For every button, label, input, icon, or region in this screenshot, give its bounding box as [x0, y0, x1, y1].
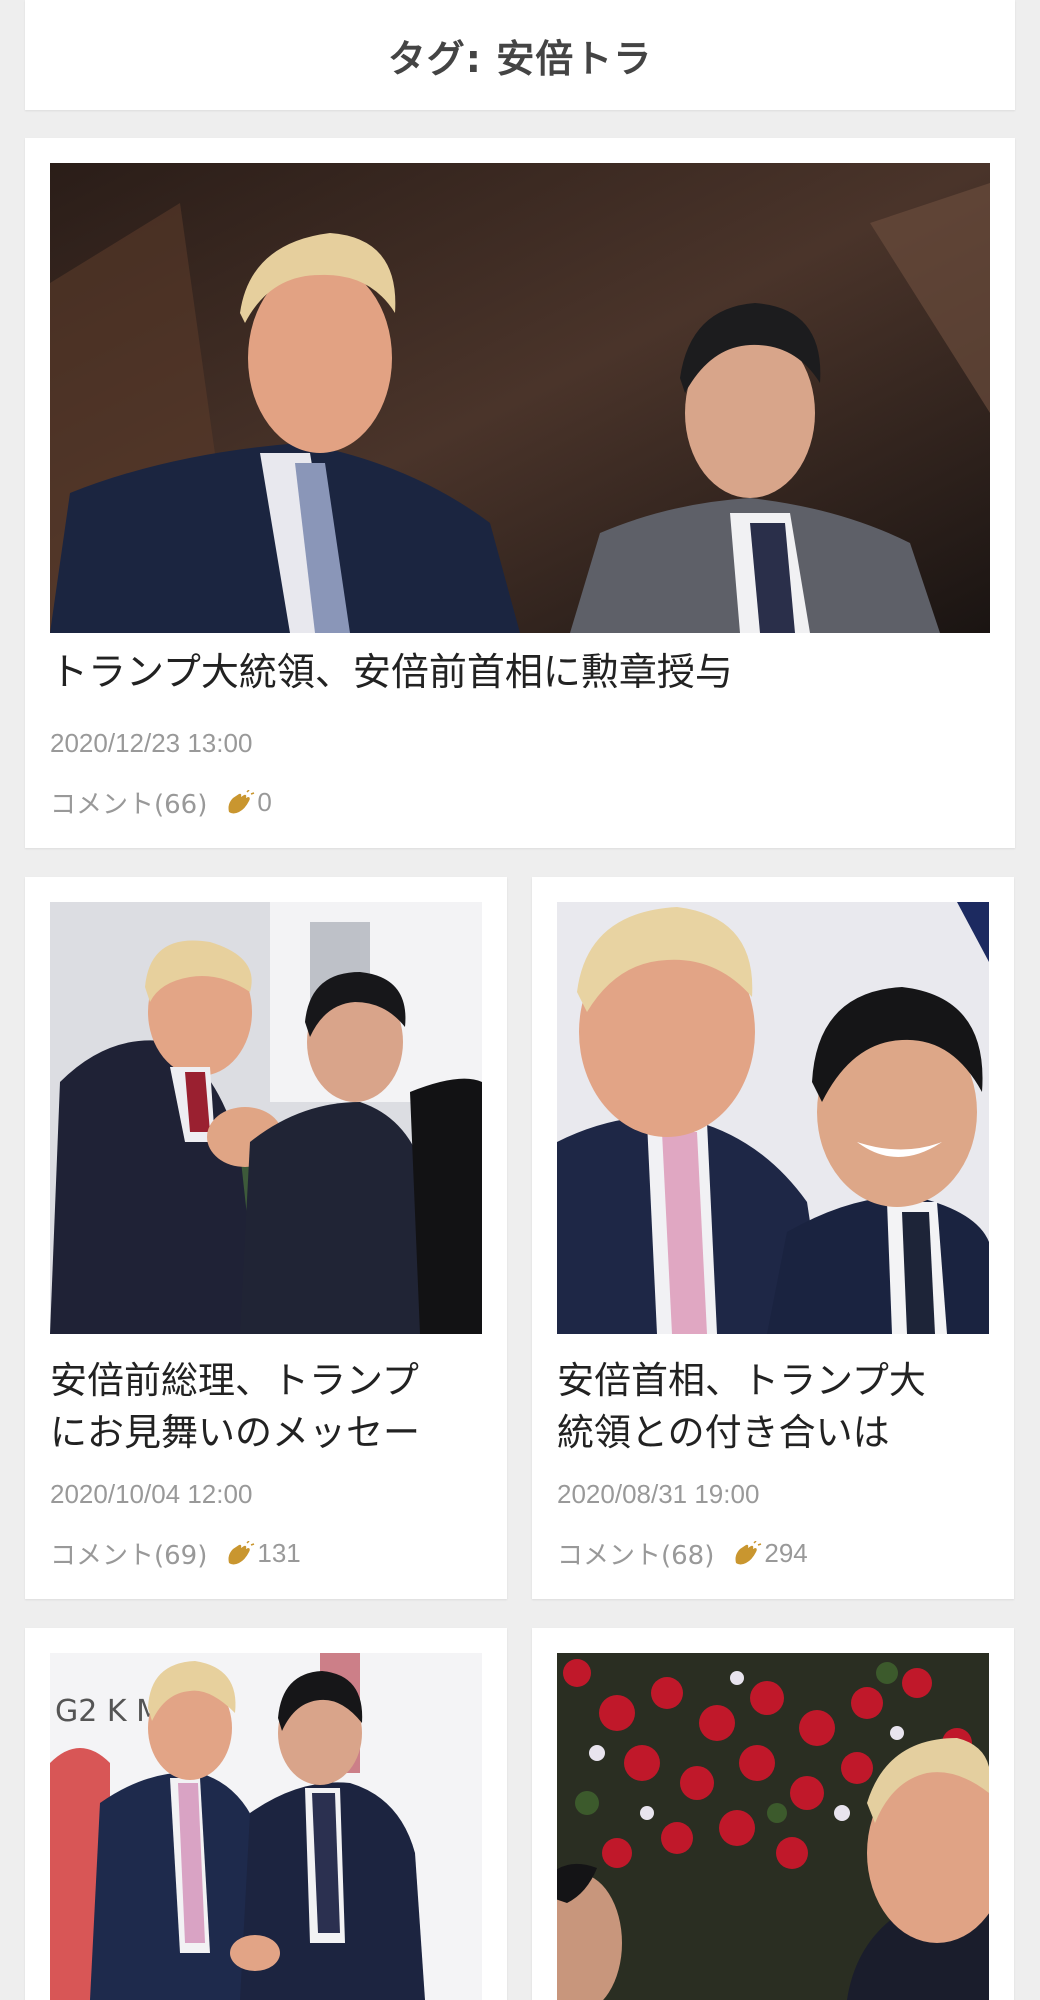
article-title-line[interactable]: 安倍首相、トランプ大	[557, 1355, 989, 1407]
article-card[interactable]: AK 20 安倍首相、トランプ大 統領との付き合いは 2	[532, 877, 1014, 1599]
photo-trump-and-abe-g20-summit: G2 K MMIT	[50, 1653, 482, 2000]
photo-trump-and-abe-handshake	[50, 902, 482, 1334]
photo-abe-and-trump-flowers	[557, 1653, 989, 2000]
clap-icon[interactable]	[225, 1539, 255, 1567]
article-card-featured[interactable]: トランプ大統領、安倍前首相に勲章授与 2020/12/23 13:00 コメント…	[25, 138, 1015, 848]
article-date: 2020/08/31 19:00	[557, 1479, 760, 1509]
article-meta: コメント(68) 294	[557, 1535, 808, 1572]
article-meta: コメント(69) 131	[50, 1535, 301, 1572]
article-meta: コメント(66) 0	[50, 784, 272, 821]
article-thumbnail[interactable]	[50, 163, 990, 633]
article-date: 2020/12/23 13:00	[50, 728, 253, 758]
article-thumbnail[interactable]: AK 20	[557, 902, 989, 1334]
tag-page: タグ: 安倍トラ トランプ大統領、安倍前首相に勲章授与 2020/12/23 1…	[0, 0, 1040, 2000]
article-thumbnail[interactable]	[50, 902, 482, 1334]
article-title[interactable]: 安倍前総理、トランプ にお見舞いのメッセー	[50, 1355, 482, 1459]
article-title-line[interactable]: トランプ大統領、安倍前首相に勲章授与	[50, 650, 733, 694]
page-title: タグ: 安倍トラ	[387, 36, 653, 81]
photo-trump-and-abe-standing	[50, 163, 990, 633]
article-card[interactable]	[532, 1628, 1014, 2000]
comment-count-link[interactable]: コメント(68)	[557, 1535, 714, 1572]
article-card[interactable]: G2 K MMIT	[25, 1628, 507, 2000]
clap-icon[interactable]	[732, 1539, 762, 1567]
article-card[interactable]: 安倍前総理、トランプ にお見舞いのメッセー 2020/10/04 12:00 コ…	[25, 877, 507, 1599]
article-date: 2020/10/04 12:00	[50, 1479, 253, 1509]
clap-icon[interactable]	[225, 788, 255, 816]
article-title[interactable]: トランプ大統領、安倍前首相に勲章授与	[50, 646, 990, 698]
clap-count: 0	[257, 787, 272, 817]
clap-count: 131	[257, 1538, 301, 1568]
article-title-line[interactable]: 安倍前総理、トランプ	[50, 1355, 482, 1407]
photo-trump-and-abe-smiling: AK 20	[557, 902, 989, 1334]
comment-count-link[interactable]: コメント(69)	[50, 1535, 207, 1572]
article-title[interactable]: 安倍首相、トランプ大 統領との付き合いは	[557, 1355, 989, 1459]
article-thumbnail[interactable]	[557, 1653, 989, 2000]
article-title-line[interactable]: にお見舞いのメッセー	[50, 1407, 482, 1459]
tag-header: タグ: 安倍トラ	[25, 0, 1015, 110]
clap-count: 294	[764, 1538, 808, 1568]
comment-count-link[interactable]: コメント(66)	[50, 784, 207, 821]
article-thumbnail[interactable]: G2 K MMIT	[50, 1653, 482, 2000]
article-title-line[interactable]: 統領との付き合いは	[557, 1407, 989, 1459]
